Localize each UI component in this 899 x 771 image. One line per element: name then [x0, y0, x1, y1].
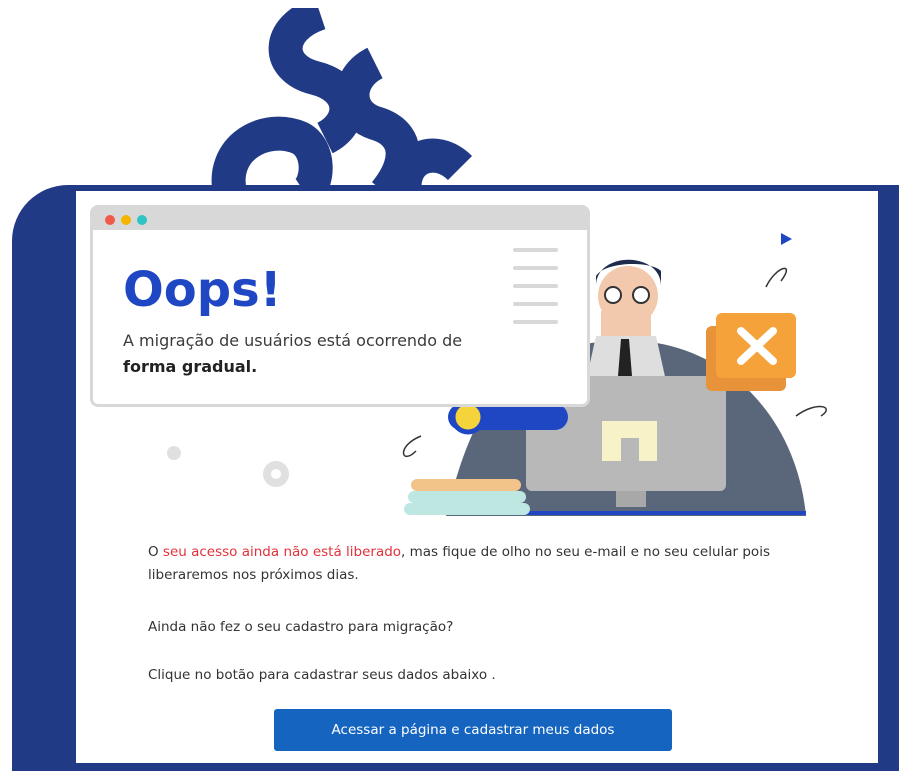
registration-instruction: Clique no botão para cadastrar seus dado…: [148, 667, 496, 683]
gear-icon: [167, 446, 289, 487]
browser-window: Oops! A migração de usuários está ocorre…: [90, 205, 590, 407]
registration-question: Ainda não fez o seu cadastro para migraç…: [148, 619, 454, 635]
institution-logo-icon: [211, 8, 473, 193]
register-data-button[interactable]: Acessar a página e cadastrar meus dados: [274, 709, 672, 751]
window-dot-red: [105, 215, 115, 225]
access-status-paragraph: O seu acesso ainda não está liberado, ma…: [148, 544, 770, 583]
browser-titlebar: [93, 208, 587, 230]
window-dot-yellow: [121, 215, 131, 225]
window-dot-teal: [137, 215, 147, 225]
page-title: Oops!: [123, 262, 282, 318]
access-warning: seu acesso ainda não está liberado: [162, 544, 402, 560]
subtitle-emphasis: forma gradual.: [123, 357, 258, 376]
page-subtitle: A migração de usuários está ocorrendo de…: [123, 331, 463, 376]
text-lines-decoration: [513, 248, 558, 338]
message-card: Oops! A migração de usuários está ocorre…: [76, 191, 878, 763]
